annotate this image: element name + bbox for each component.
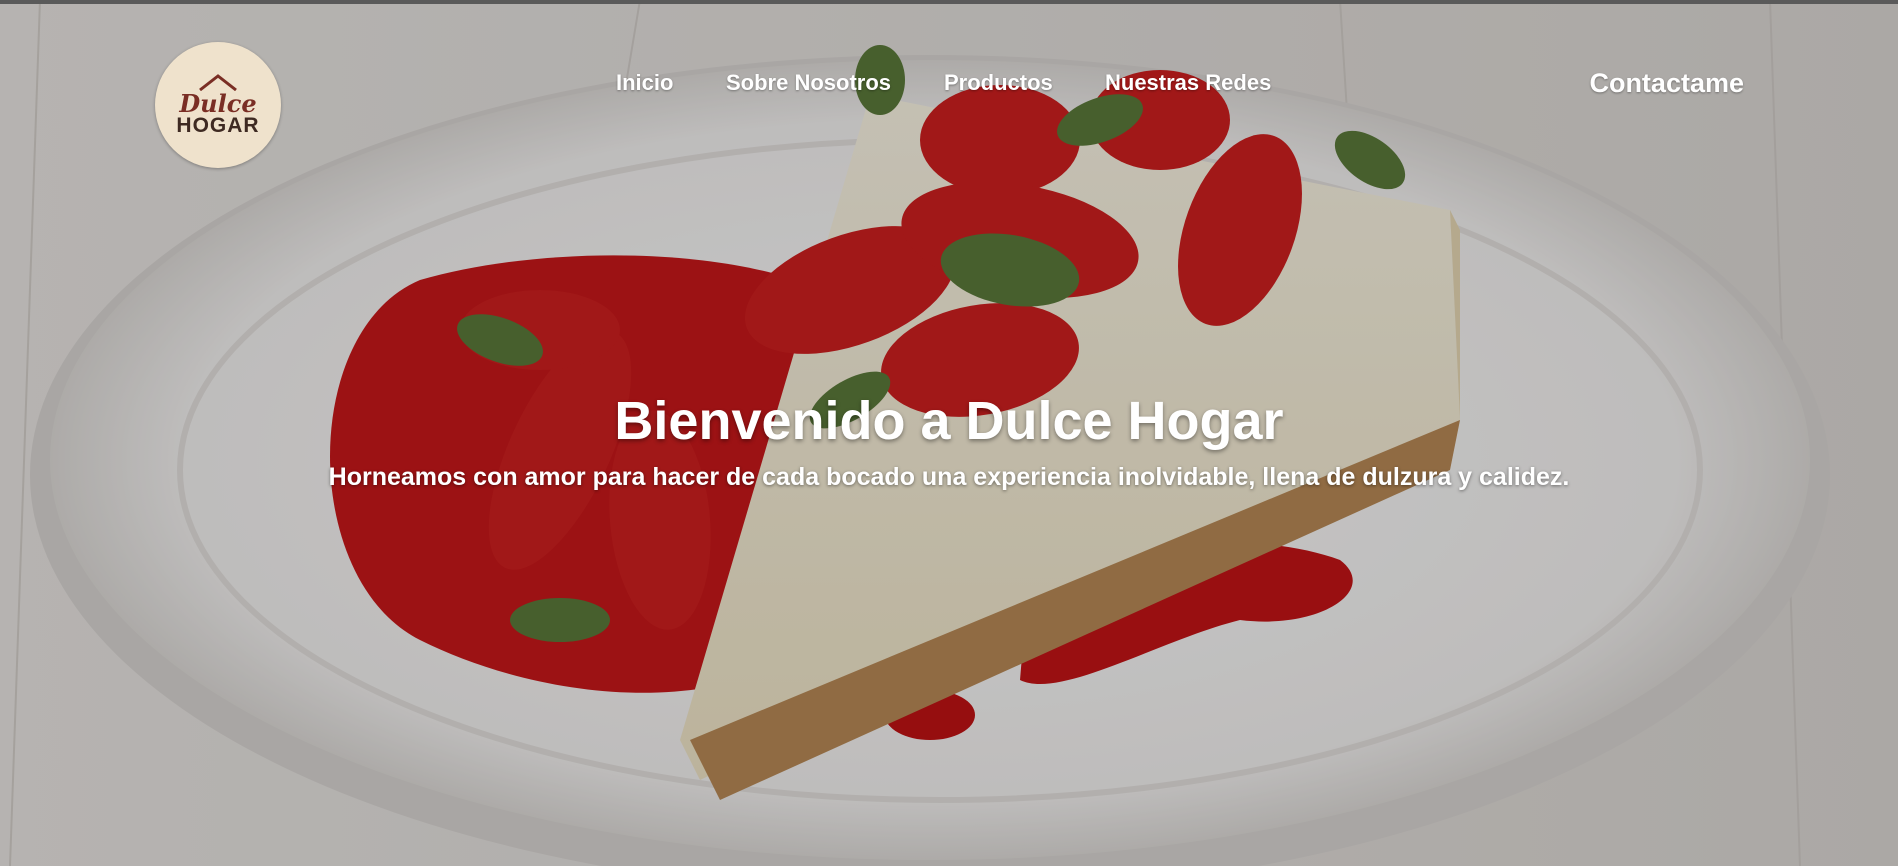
logo-text-hogar: HOGAR [176, 114, 260, 137]
hero-title: Bienvenido a Dulce Hogar [614, 391, 1284, 451]
top-border [0, 0, 1898, 4]
nav-link-productos[interactable]: Productos [944, 70, 1053, 96]
nav-link-inicio[interactable]: Inicio [616, 70, 673, 96]
brand-logo[interactable]: Dulce HOGAR [155, 42, 281, 168]
nav-link-sobre-nosotros[interactable]: Sobre Nosotros [726, 70, 891, 96]
hero-subtitle: Horneamos con amor para hacer de cada bo… [328, 463, 1570, 491]
contact-link[interactable]: Contactame [1589, 68, 1744, 99]
nav-link-nuestras-redes[interactable]: Nuestras Redes [1105, 70, 1271, 96]
